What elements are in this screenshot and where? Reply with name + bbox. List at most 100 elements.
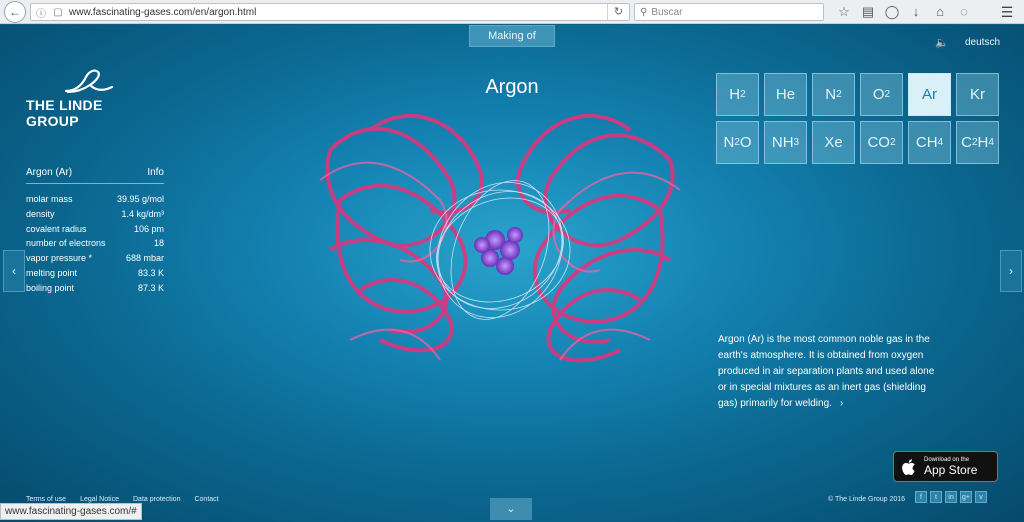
gas-button[interactable]: Ar bbox=[908, 73, 951, 116]
status-bar-url: www.fascinating-gases.com/# bbox=[0, 503, 142, 520]
search-input[interactable]: ⚲ Buscar bbox=[634, 3, 824, 21]
linkedin-icon[interactable]: in bbox=[945, 491, 957, 503]
info-icon[interactable]: ⓘ bbox=[34, 5, 48, 20]
copyright: © The Linde Group 2016 bbox=[828, 496, 906, 503]
vimeo-icon[interactable]: v bbox=[975, 491, 987, 503]
read-more-arrow-icon[interactable]: › bbox=[840, 398, 843, 409]
gas-button[interactable]: CO 2 bbox=[860, 121, 903, 164]
gas-button[interactable]: Xe bbox=[812, 121, 855, 164]
property-label: density bbox=[26, 208, 55, 219]
prev-gas-arrow[interactable]: ‹ bbox=[3, 250, 25, 292]
gas-button[interactable]: NH 3 bbox=[764, 121, 807, 164]
gas-symbol: H bbox=[977, 134, 989, 151]
property-label: melting point bbox=[26, 267, 78, 278]
gas-symbol: O bbox=[872, 86, 885, 103]
gas-button[interactable]: N2 bbox=[812, 73, 855, 116]
making-of-button[interactable]: Making of bbox=[469, 25, 555, 47]
gas-subscript: 4 bbox=[937, 137, 944, 148]
footer-link[interactable]: Contact bbox=[194, 496, 218, 503]
gas-button[interactable]: N2O bbox=[716, 121, 759, 164]
search-icon: ⚲ bbox=[640, 6, 648, 18]
gas-selector: H 2 He N 2 O 2 Ar Kr N 2 O NH 3 Xe CO 2 CH 4 C 2 H 4 bbox=[716, 73, 999, 164]
app-store-badge[interactable]: Download on the App Store bbox=[893, 451, 998, 482]
description-text: Argon (Ar) is the most common noble gas … bbox=[718, 334, 935, 409]
property-value: 1.4 kg/dm³ bbox=[121, 208, 164, 219]
address-bar[interactable]: ⓘ ▢ www.fascinating-gases.com/en/argon.h… bbox=[30, 3, 630, 21]
gas-button[interactable]: C2H4 bbox=[956, 121, 999, 164]
gas-button[interactable]: He bbox=[764, 73, 807, 116]
next-gas-arrow[interactable]: › bbox=[1000, 250, 1022, 292]
property-label: molar mass bbox=[26, 194, 73, 204]
apple-icon bbox=[902, 458, 915, 475]
property-row: covalent radius 106 pm bbox=[26, 222, 164, 237]
property-row: melting point 83.3 K bbox=[26, 266, 164, 281]
property-row: density 1.4 kg/dm³ bbox=[26, 207, 164, 222]
star-icon[interactable]: ☆ bbox=[832, 3, 856, 21]
home-icon[interactable]: ⌂ bbox=[928, 3, 952, 21]
twitter-icon[interactable]: t bbox=[930, 491, 942, 503]
sound-icon[interactable]: 🔈 bbox=[935, 36, 949, 49]
reload-icon[interactable]: ↻ bbox=[607, 4, 629, 20]
gas-button[interactable]: CH 4 bbox=[908, 121, 951, 164]
footer-link[interactable]: Data protection bbox=[133, 496, 180, 503]
download-icon[interactable]: ↓ bbox=[904, 3, 928, 21]
gas-button[interactable]: O2 bbox=[860, 73, 903, 116]
gas-symbol: Kr bbox=[970, 86, 985, 103]
scroll-down-chevron-icon[interactable]: ⌄ bbox=[490, 498, 532, 520]
gas-symbol: He bbox=[775, 86, 796, 103]
property-row: boiling point 87.3 K bbox=[26, 281, 164, 296]
property-value: 688 mbar bbox=[125, 253, 164, 264]
property-value: 106 pm bbox=[133, 223, 164, 234]
footer-link[interactable]: Legal Notice bbox=[80, 496, 119, 503]
gas-symbol: O bbox=[739, 134, 752, 151]
property-value: 87.3 K bbox=[137, 282, 164, 293]
facebook-icon[interactable]: f bbox=[915, 491, 927, 503]
gas-symbol: N bbox=[723, 134, 735, 151]
url-text[interactable]: www.fascinating-gases.com/en/argon.html bbox=[69, 7, 256, 18]
linde-logo-mark-icon bbox=[64, 69, 114, 94]
gas-subscript: 2 bbox=[889, 137, 896, 148]
linde-logo[interactable]: THE LINDE GROUP bbox=[26, 67, 156, 129]
property-label: boiling point bbox=[26, 282, 75, 293]
hamburger-menu-icon[interactable]: ☰ bbox=[996, 3, 1018, 21]
gas-button[interactable]: Kr bbox=[956, 73, 999, 116]
gas-subscript: 3 bbox=[793, 137, 800, 148]
property-value: 18 bbox=[153, 238, 164, 249]
property-row: number of electrons 18 bbox=[26, 236, 164, 251]
property-value: 39.95 g/mol bbox=[116, 194, 164, 204]
page-content: Making of 🔈 deutsch THE LINDE GROUP Argo… bbox=[0, 25, 1024, 522]
gas-symbol: Xe bbox=[824, 134, 843, 151]
argon-molecule-visual bbox=[319, 113, 681, 363]
properties-header: Argon (Ar) Info bbox=[26, 167, 164, 184]
google-plus-icon[interactable]: g+ bbox=[960, 491, 972, 503]
property-row: molar mass 39.95 g/mol bbox=[26, 192, 164, 207]
toolbar-icons: ☆ ▤ ◯ ↓ ⌂ ◌ bbox=[832, 3, 976, 21]
reading-list-icon[interactable]: ▤ bbox=[856, 3, 880, 21]
sync-icon[interactable]: ◌ bbox=[952, 3, 976, 21]
footer-links: Terms of use Legal Notice Data protection C… bbox=[26, 496, 233, 503]
gas-button[interactable]: H2 bbox=[716, 73, 759, 116]
gas-subscript: 2 bbox=[836, 89, 842, 100]
back-button[interactable]: ← bbox=[4, 0, 26, 23]
search-placeholder: Buscar bbox=[651, 6, 683, 18]
gas-subscript: 2 bbox=[884, 89, 891, 100]
pocket-icon[interactable]: ◯ bbox=[880, 3, 904, 21]
gas-symbol: NH bbox=[771, 134, 794, 151]
property-label: covalent radius bbox=[26, 223, 87, 234]
property-row: vapor pressure * 688 mbar bbox=[26, 251, 164, 266]
page-icon: ▢ bbox=[53, 6, 63, 18]
logo-text: THE LINDE GROUP bbox=[26, 97, 103, 129]
gas-symbol: CO bbox=[867, 134, 890, 151]
gas-description: Argon (Ar) is the most common noble gas … bbox=[718, 332, 944, 412]
appstore-big-text: App Store bbox=[924, 462, 978, 477]
property-value: 83.3 K bbox=[137, 267, 164, 278]
gas-subscript: 2 bbox=[740, 89, 746, 100]
footer-link[interactable]: Terms of use bbox=[26, 496, 66, 503]
gas-symbol: Ar bbox=[922, 86, 937, 103]
property-label: vapor pressure * bbox=[26, 253, 93, 264]
gas-symbol: CH bbox=[915, 134, 938, 151]
language-link[interactable]: deutsch bbox=[965, 37, 1000, 48]
gas-subscript: 4 bbox=[988, 137, 994, 148]
info-link[interactable]: Info bbox=[147, 167, 164, 178]
browser-toolbar: ← ⓘ ▢ www.fascinating-gases.com/en/argon… bbox=[0, 0, 1024, 24]
